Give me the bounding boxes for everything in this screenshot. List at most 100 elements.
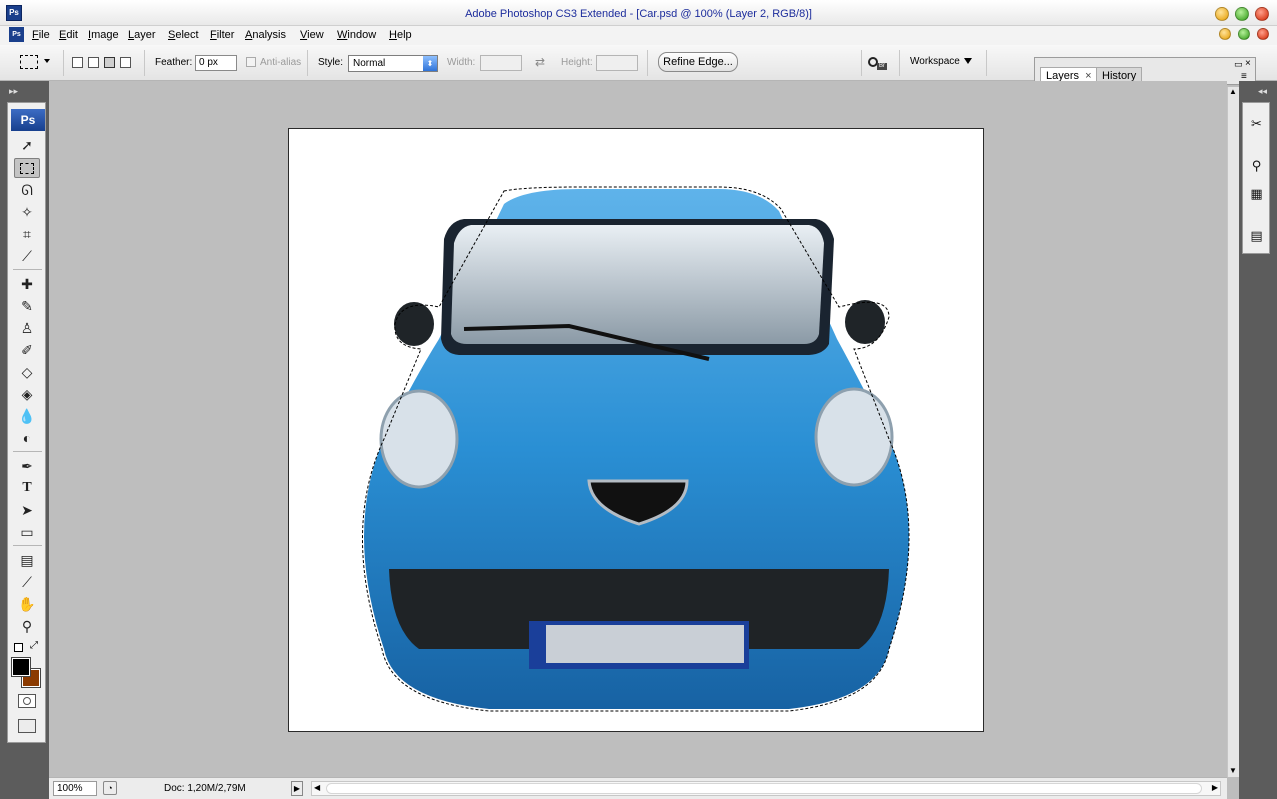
menu-bar: Ps File Edit Image Layer Select Filter A… (0, 26, 1277, 45)
scroll-thumb[interactable] (326, 783, 1202, 794)
scroll-up-icon[interactable]: ▲ (1229, 87, 1237, 96)
menu-file[interactable]: File (32, 29, 50, 41)
subtract-from-selection-icon[interactable] (104, 57, 115, 68)
path-selection-icon[interactable]: ➤ (14, 500, 40, 520)
crop-icon[interactable]: ⌗ (14, 224, 40, 244)
document-icon[interactable]: Ps (9, 27, 24, 42)
clone-stamp-icon[interactable]: ♙ (14, 318, 40, 338)
workspace-menu[interactable]: Workspace (910, 56, 972, 67)
toolbox: Ps ➚ ᘏ ✧ ⌗ ⟋ ✚ ✎ ♙ ✐ ◇ ◈ 💧 ◐ ✒ T ➤ ▭ ▤ ⟋… (7, 102, 46, 743)
divider (13, 545, 42, 546)
brush-icon[interactable]: ✎ (14, 296, 40, 316)
antialias-checkbox[interactable] (246, 57, 256, 67)
default-colors-icon[interactable] (14, 643, 23, 652)
antialias-label: Anti-alias (260, 57, 302, 68)
new-selection-icon[interactable] (72, 57, 83, 68)
navigator-icon[interactable]: ▤ (1246, 225, 1267, 246)
pen-icon[interactable]: ✒ (14, 456, 40, 476)
rectangle-icon[interactable]: ▭ (14, 522, 40, 542)
divider (63, 50, 64, 76)
license-plate-area (546, 625, 744, 663)
window-title: Adobe Photoshop CS3 Extended - [Car.psd … (465, 8, 812, 20)
divider (899, 50, 900, 76)
divider (986, 50, 987, 76)
minimize-panel-icon[interactable]: ▭ (1234, 59, 1243, 70)
lasso-icon[interactable]: ᘏ (14, 180, 40, 200)
magic-wand-icon[interactable]: ✧ (14, 202, 40, 222)
document-size: Doc: 1,20M/2,79M (164, 783, 246, 794)
scroll-left-icon[interactable]: ◀ (314, 783, 320, 792)
menu-window[interactable]: Window (337, 29, 376, 41)
collapsed-panels-dock: ✂ ⚲ ▦ ▤ (1242, 102, 1270, 254)
chevron-down-icon[interactable] (44, 59, 50, 63)
swap-colors-icon[interactable]: ⤢ (30, 640, 38, 651)
doc-close-button[interactable] (1257, 28, 1269, 40)
history-brush-icon[interactable]: ✐ (14, 340, 40, 360)
notes-icon[interactable]: ▤ (14, 550, 40, 570)
right-headlight (814, 387, 894, 487)
chevron-down-icon (963, 58, 972, 65)
menu-select[interactable]: Select (168, 29, 199, 41)
menu-image[interactable]: Image (88, 29, 119, 41)
eraser-icon[interactable]: ◇ (14, 362, 40, 382)
paint-bucket-icon[interactable]: ◈ (14, 384, 40, 404)
dodge-icon[interactable]: ◐ (14, 428, 40, 448)
vertical-scrollbar[interactable]: ▲ ▼ (1227, 87, 1239, 777)
workspace-label: Workspace (910, 56, 960, 67)
marquee-tool-preset-icon[interactable] (20, 55, 38, 69)
maximize-button[interactable] (1235, 7, 1249, 21)
bridge-icon[interactable]: Br (868, 55, 888, 71)
menu-help[interactable]: Help (389, 29, 412, 41)
left-headlight (379, 389, 459, 489)
eyedropper-icon[interactable]: ⟋ (14, 572, 40, 592)
toolbox-logo: Ps (11, 109, 45, 131)
quick-mask-icon[interactable] (18, 694, 36, 708)
feather-input[interactable]: 0 px (195, 55, 237, 71)
blur-icon[interactable]: 💧 (14, 406, 40, 426)
intersect-selection-icon[interactable] (120, 57, 131, 68)
move-icon[interactable]: ➚ (14, 135, 40, 155)
add-to-selection-icon[interactable] (88, 57, 99, 68)
tool-presets-icon[interactable]: ✂ (1246, 113, 1267, 134)
status-menu-arrow-icon[interactable]: ▶ (291, 781, 303, 796)
minimize-button[interactable] (1215, 7, 1229, 21)
scroll-down-icon[interactable]: ▼ (1229, 766, 1237, 775)
style-label: Style: (318, 57, 344, 68)
width-input[interactable] (480, 55, 522, 71)
slice-icon[interactable]: ⟋ (14, 246, 40, 266)
menu-edit[interactable]: Edit (59, 29, 78, 41)
doc-maximize-button[interactable] (1238, 28, 1250, 40)
foreground-color-swatch[interactable] (11, 657, 31, 677)
healing-brush-icon[interactable]: ✚ (14, 274, 40, 294)
document-canvas[interactable] (288, 128, 984, 732)
scroll-right-icon[interactable]: ▶ (1212, 783, 1218, 792)
hand-icon[interactable]: ✋ (14, 594, 40, 614)
rectangular-marquee-icon[interactable] (14, 158, 40, 178)
swap-dimensions-icon[interactable]: ⇄ (535, 55, 545, 69)
close-icon[interactable]: × (1245, 58, 1251, 69)
height-label: Height: (561, 57, 593, 68)
doc-minimize-button[interactable] (1219, 28, 1231, 40)
refine-edge-button[interactable]: Refine Edge... (658, 52, 738, 72)
menu-filter[interactable]: Filter (210, 29, 234, 41)
menu-view[interactable]: View (300, 29, 324, 41)
screen-mode-icon[interactable] (18, 719, 36, 733)
height-input[interactable] (596, 55, 638, 71)
menu-analysis[interactable]: Analysis (245, 29, 286, 41)
feather-label: Feather: (155, 57, 193, 68)
collapse-icon[interactable]: ◂◂ (1258, 86, 1267, 97)
expand-icon[interactable]: ▸▸ (9, 86, 18, 97)
zoom-field[interactable]: 100% (53, 781, 97, 796)
menu-layer[interactable]: Layer (128, 29, 156, 41)
clone-source-icon[interactable]: ▦ (1246, 183, 1267, 204)
status-icon[interactable]: ◔ (103, 781, 117, 795)
style-select[interactable]: Normal ⬍ (348, 55, 438, 72)
divider (13, 451, 42, 452)
zoom-icon[interactable]: ⚲ (14, 616, 40, 636)
close-button[interactable] (1255, 7, 1269, 21)
divider (861, 50, 862, 76)
horizontal-scrollbar[interactable]: ◀ ▶ (311, 781, 1221, 796)
brushes-icon[interactable]: ⚲ (1246, 155, 1267, 176)
divider (13, 269, 42, 270)
type-icon[interactable]: T (14, 478, 40, 498)
